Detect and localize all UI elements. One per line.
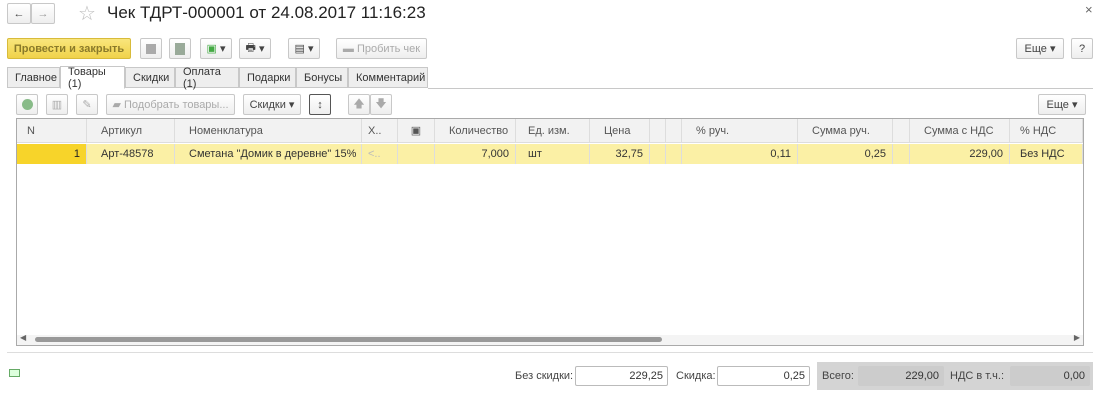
tab-discounts[interactable]: Скидки	[125, 67, 175, 88]
add-icon	[21, 99, 33, 110]
table-row[interactable]: 1 Арт-48578 Сметана "Домик в деревне" 15…	[17, 144, 1083, 164]
report-icon: ▤	[294, 43, 305, 55]
col-manual-percent[interactable]: % руч.	[682, 119, 798, 142]
cell-icon[interactable]	[398, 144, 435, 164]
move-down-button[interactable]: 🡇	[370, 94, 392, 115]
cell-blank-3[interactable]	[893, 144, 910, 164]
col-blank-3[interactable]	[893, 119, 910, 142]
footer-divider	[7, 352, 1093, 353]
folder-icon: ▰	[112, 99, 124, 111]
scan-barcode-button[interactable]: ▥	[46, 94, 68, 115]
col-quantity[interactable]: Количество	[435, 119, 516, 142]
tab-payment[interactable]: Оплата (1)	[175, 66, 239, 90]
col-n[interactable]: N	[17, 119, 87, 142]
add-row-button[interactable]	[16, 94, 38, 115]
close-icon[interactable]: ×	[1085, 2, 1093, 17]
cell-article[interactable]: Арт-48578	[87, 144, 175, 164]
vat-field: 0,00	[1010, 366, 1090, 386]
eraser-icon: ✎	[82, 99, 92, 111]
print-button[interactable]: 🖶 ▾	[239, 38, 271, 59]
cell-quantity[interactable]: 7,000	[435, 144, 516, 164]
no-discount-field[interactable]: 229,25	[575, 366, 668, 386]
goods-table[interactable]: N Артикул Номенклатура Х.. ▣ Количество …	[16, 118, 1084, 346]
discounts-button[interactable]: Скидки ▾	[243, 94, 301, 115]
col-icon[interactable]: ▣	[398, 119, 435, 142]
total-label: Всего:	[822, 370, 854, 382]
col-sum-vat[interactable]: Сумма с НДС	[910, 119, 1010, 142]
col-unit[interactable]: Ед. изм.	[516, 119, 590, 142]
post-close-button[interactable]: Провести и закрыть	[7, 38, 131, 59]
barcode-icon: ▣	[410, 125, 422, 137]
scroll-left-arrow[interactable]: ◀	[20, 333, 26, 342]
tab-bonuses[interactable]: Бонусы	[296, 67, 348, 88]
printer-icon: 🖶	[245, 42, 256, 54]
create-based-button[interactable]: ▣ ▾	[200, 38, 232, 59]
clear-button[interactable]: ✎	[76, 94, 98, 115]
tab-comment[interactable]: Комментарий	[348, 67, 428, 88]
star-icon[interactable]: ☆	[78, 1, 96, 26]
cell-blank-1[interactable]	[650, 144, 666, 164]
cell-x[interactable]: <..	[362, 144, 398, 164]
receipt-icon: ▬	[342, 42, 357, 55]
cell-nomenclature[interactable]: Сметана "Домик в деревне" 15%	[175, 144, 362, 164]
col-nomenclature[interactable]: Номенклатура	[175, 119, 362, 142]
reports-button[interactable]: ▤ ▾	[288, 38, 320, 59]
print-receipt-button[interactable]: ▬ Пробить чек	[336, 38, 427, 59]
horizontal-scrollbar[interactable]: ◀ ▶	[17, 333, 1083, 345]
col-manual-sum[interactable]: Сумма руч.	[798, 119, 893, 142]
table-more-button[interactable]: Еще ▾	[1038, 94, 1086, 115]
discount-label: Скидка:	[676, 370, 716, 382]
post-button[interactable]	[169, 38, 191, 59]
tab-divider	[428, 88, 1093, 89]
pick-goods-button[interactable]: ▰ Подобрать товары...	[106, 94, 235, 115]
cell-n[interactable]: 1	[17, 144, 87, 164]
cell-vat-percent[interactable]: Без НДС	[1010, 144, 1083, 164]
col-blank-1[interactable]	[650, 119, 666, 142]
total-field: 229,00	[858, 366, 944, 386]
save-button[interactable]	[140, 38, 162, 59]
col-x[interactable]: Х..	[362, 119, 398, 142]
cell-manual-percent[interactable]: 0,11	[682, 144, 798, 164]
cell-price[interactable]: 32,75	[590, 144, 650, 164]
col-price[interactable]: Цена	[590, 119, 650, 142]
cell-unit[interactable]: шт	[516, 144, 590, 164]
vat-label: НДС в т.ч.:	[950, 370, 1005, 382]
back-button[interactable]: ←	[7, 3, 31, 24]
help-button[interactable]: ?	[1071, 38, 1093, 59]
col-article[interactable]: Артикул	[87, 119, 175, 142]
document-icon	[175, 42, 185, 55]
tab-goods[interactable]: Товары (1)	[60, 66, 125, 90]
status-icon[interactable]	[9, 369, 20, 377]
row-height-button[interactable]: ↕	[309, 94, 331, 115]
window-title: Чек ТДРТ-000001 от 24.08.2017 11:16:23	[107, 3, 426, 22]
no-discount-label: Без скидки:	[515, 370, 574, 382]
discount-field[interactable]: 0,25	[717, 366, 810, 386]
table-header: N Артикул Номенклатура Х.. ▣ Количество …	[17, 119, 1083, 143]
scroll-thumb[interactable]	[35, 337, 662, 342]
save-icon	[146, 43, 156, 54]
tab-gifts[interactable]: Подарки	[239, 67, 296, 88]
create-based-icon: ▣	[206, 43, 217, 55]
col-blank-2[interactable]	[666, 119, 682, 142]
tab-main[interactable]: Главное	[7, 67, 60, 88]
cell-manual-sum[interactable]: 0,25	[798, 144, 893, 164]
move-up-button[interactable]: 🡅	[348, 94, 370, 115]
scroll-right-arrow[interactable]: ▶	[1074, 333, 1080, 342]
cell-sum-vat[interactable]: 229,00	[910, 144, 1010, 164]
more-button[interactable]: Еще ▾	[1016, 38, 1064, 59]
col-vat-percent[interactable]: % НДС	[1010, 119, 1083, 142]
cell-blank-2[interactable]	[666, 144, 682, 164]
forward-button[interactable]: →	[31, 3, 55, 24]
